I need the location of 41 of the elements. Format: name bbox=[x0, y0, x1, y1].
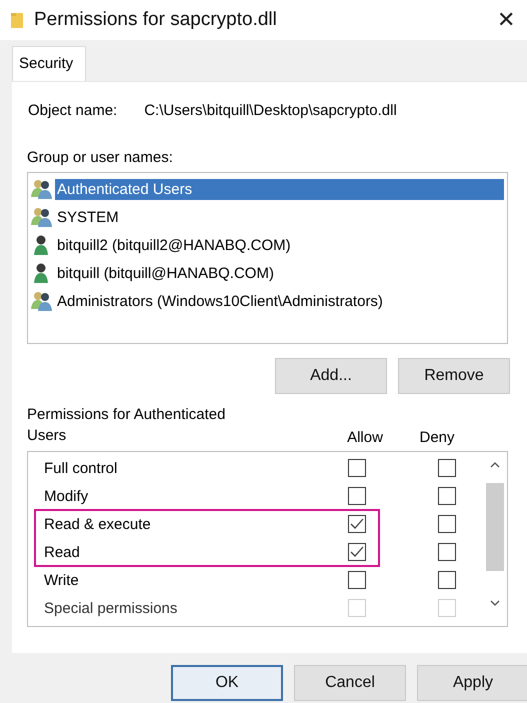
list-item[interactable]: bitquill (bitquill@HANABQ.COM) bbox=[55, 262, 276, 284]
dialog-button[interactable]: OK bbox=[171, 665, 283, 701]
list-button[interactable]: Remove bbox=[398, 358, 510, 394]
object-path: C:\Users\bitquill\Desktop\sapcrypto.dll bbox=[144, 102, 397, 119]
list-label: Group or user names: bbox=[27, 148, 174, 166]
user-group-icon bbox=[31, 207, 53, 227]
permission-name: Write bbox=[44, 572, 80, 588]
list-button[interactable]: Add... bbox=[275, 358, 387, 394]
list-item[interactable]: Administrators (Windows10Client\Administrators) bbox=[55, 290, 385, 312]
permission-name: Special permissions bbox=[44, 600, 178, 616]
list-item[interactable]: Authenticated Users bbox=[55, 178, 504, 200]
field-label: Object name: bbox=[28, 102, 118, 119]
scroll-down-icon[interactable] bbox=[490, 600, 500, 606]
checkbox[interactable] bbox=[348, 571, 366, 589]
checkbox[interactable] bbox=[438, 459, 456, 477]
user-group-icon bbox=[31, 291, 53, 311]
checkbox[interactable] bbox=[348, 543, 366, 561]
checkbox[interactable] bbox=[348, 515, 366, 533]
user-group-icon bbox=[31, 179, 53, 199]
scroll-up-icon[interactable] bbox=[490, 462, 500, 468]
list-item[interactable]: bitquill2 (bitquill2@HANABQ.COM) bbox=[55, 234, 293, 256]
list-item[interactable]: SYSTEM bbox=[55, 206, 121, 228]
checkbox[interactable] bbox=[438, 515, 456, 533]
permission-name: Modify bbox=[44, 488, 90, 504]
folder-icon bbox=[10, 11, 24, 29]
permission-name: Read bbox=[44, 544, 81, 560]
permission-name: Full control bbox=[44, 460, 118, 476]
close-button[interactable]: ✕ bbox=[497, 7, 517, 33]
column-header: Deny bbox=[419, 429, 455, 446]
checkbox[interactable] bbox=[348, 487, 366, 505]
checkbox[interactable] bbox=[438, 543, 456, 561]
tab[interactable]: Security bbox=[12, 46, 86, 81]
column-header: Allow bbox=[347, 429, 383, 446]
checkbox[interactable] bbox=[438, 487, 456, 505]
checkbox[interactable] bbox=[438, 571, 456, 589]
permission-name: Read & execute bbox=[44, 516, 152, 532]
permissions-label: Permissions for Authenticated Users bbox=[27, 405, 226, 446]
window-title: Permissions for sapcrypto.dll bbox=[34, 9, 278, 31]
checkbox[interactable] bbox=[348, 459, 366, 477]
dialog-button[interactable]: Apply bbox=[417, 665, 527, 701]
dialog-button[interactable]: Cancel bbox=[294, 665, 406, 701]
